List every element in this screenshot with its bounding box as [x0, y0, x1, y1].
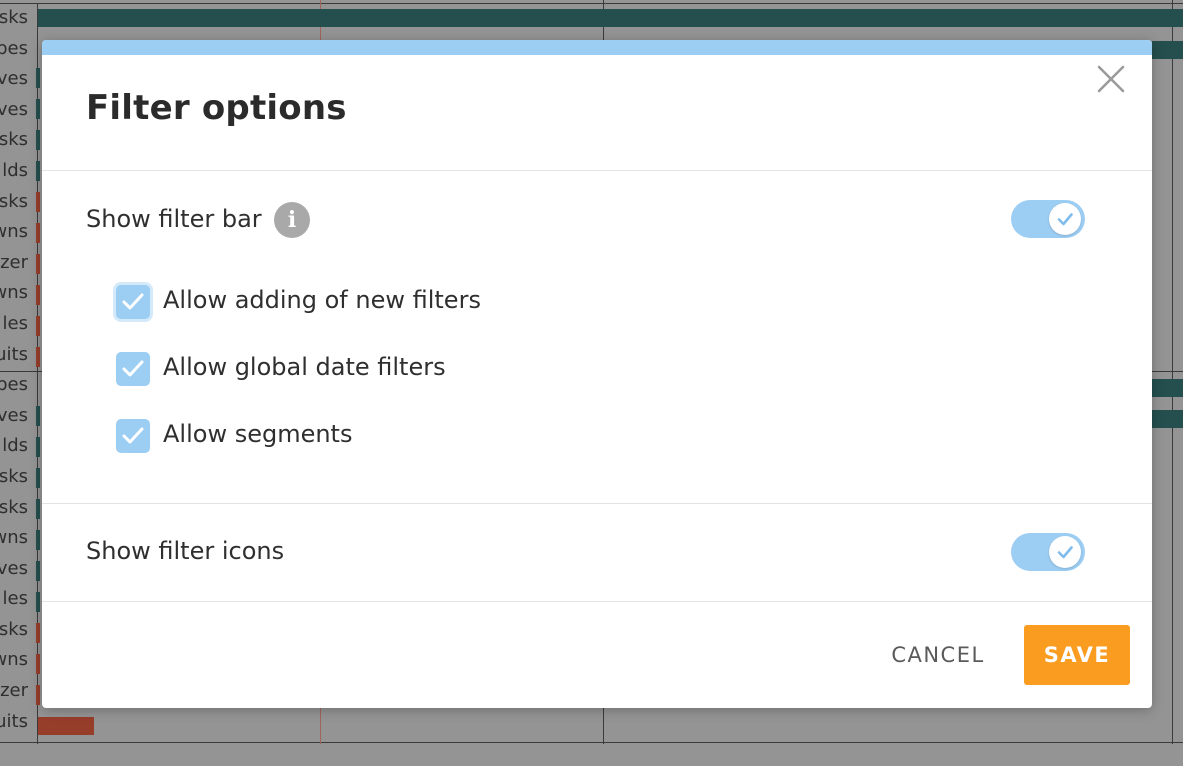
background-row-label: sks [0, 7, 28, 28]
background-bar-stub [36, 130, 40, 150]
background-bar-stub [36, 161, 40, 181]
background-bar-stub [36, 561, 40, 581]
close-button[interactable] [1096, 64, 1126, 94]
show-filter-icons-toggle[interactable] [1011, 533, 1085, 571]
check-icon [122, 293, 144, 310]
dialog-accent-bar [42, 40, 1152, 55]
divider [42, 601, 1152, 602]
background-row-label: lds [2, 159, 28, 181]
background-gridline [0, 3, 1183, 4]
check-icon [122, 360, 144, 377]
background-bar-stub [36, 192, 40, 212]
background-bar-stub [36, 685, 40, 705]
background-bar [1152, 41, 1183, 59]
background-bar [1152, 379, 1183, 397]
background-row-label: ves [0, 98, 28, 120]
background-row-label: wns [0, 221, 28, 243]
allow-global-date-filters-checkbox[interactable] [116, 352, 150, 386]
background-row-label: zer [0, 680, 28, 702]
background-bar-stub [36, 99, 40, 119]
allow-new-filters-label: Allow adding of new filters [163, 286, 481, 314]
save-button[interactable]: SAVE [1024, 625, 1130, 685]
allow-global-date-filters-label: Allow global date filters [163, 353, 446, 381]
background-bar-stub [36, 223, 40, 243]
background-bar-stub [36, 530, 40, 550]
show-filter-bar-toggle[interactable] [1011, 200, 1085, 238]
background-bar-stub [36, 254, 40, 274]
background-row-label: uits [0, 710, 28, 732]
background-row-label: les [2, 312, 28, 334]
allow-new-filters-checkbox[interactable] [116, 285, 150, 319]
background-row-label: sks [0, 190, 28, 212]
background-row-label: lds [2, 435, 28, 457]
background-bar-stub [36, 654, 40, 674]
background-row-label: wns [0, 282, 28, 304]
close-icon [1097, 65, 1125, 93]
check-icon [1057, 546, 1073, 559]
check-icon [122, 427, 144, 444]
show-filter-icons-label: Show filter icons [86, 537, 285, 565]
background-bar-stub [36, 468, 40, 488]
background-row-label: sks [0, 618, 28, 640]
background-row-label: sks [0, 465, 28, 487]
background-bar [38, 717, 94, 735]
background-bar-stub [36, 316, 40, 336]
background-bar-stub [36, 68, 40, 88]
info-icon[interactable]: i [274, 202, 310, 238]
background-row-label: les [2, 588, 28, 610]
background-row-label: zer [0, 251, 28, 273]
background-row-label: uits [0, 343, 28, 365]
background-bar-stub [36, 347, 40, 367]
background-gridline [1172, 0, 1173, 744]
divider [42, 503, 1152, 504]
check-icon [1057, 213, 1073, 226]
background-bar-stub [36, 406, 40, 426]
background-row-label: pes [0, 37, 28, 59]
background-row-label: sks [0, 496, 28, 518]
background-bar-stub [36, 623, 40, 643]
background-row-label: pes [0, 374, 28, 396]
background-row-label: ves [0, 557, 28, 579]
background-bar [1152, 410, 1183, 428]
toggle-knob [1049, 536, 1081, 568]
background-bar [38, 9, 1183, 27]
background-row-label: wns [0, 527, 28, 549]
dialog-title: Filter options [86, 88, 347, 128]
background-bar-stub [36, 437, 40, 457]
background-bar-stub [36, 285, 40, 305]
background-bar-stub [36, 499, 40, 519]
filter-options-dialog: Filter options Show filter bar i Allow a… [42, 40, 1152, 708]
divider [42, 170, 1152, 171]
background-gridline [0, 742, 1183, 743]
allow-segments-label: Allow segments [163, 420, 353, 448]
cancel-button[interactable]: CANCEL [882, 628, 994, 682]
background-row-label: wns [0, 649, 28, 671]
background-row-label: ves [0, 404, 28, 426]
background-row-label: sks [0, 129, 28, 151]
show-filter-bar-label: Show filter bar [86, 205, 262, 233]
toggle-knob [1049, 203, 1081, 235]
allow-segments-checkbox[interactable] [116, 419, 150, 453]
background-row-label: ves [0, 68, 28, 90]
background-bar-stub [36, 592, 40, 612]
